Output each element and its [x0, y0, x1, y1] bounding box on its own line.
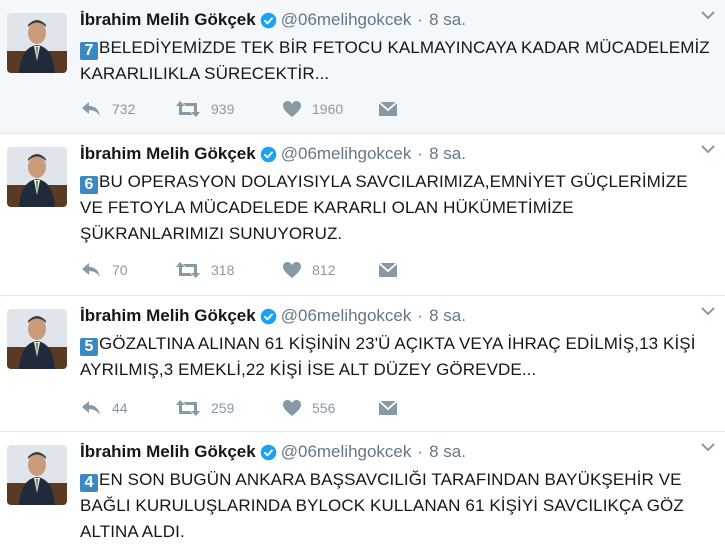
tweet-timestamp[interactable]: 8 sa. — [429, 10, 466, 30]
separator-dot: · — [417, 144, 424, 163]
tweet-timestamp[interactable]: 8 sa. — [429, 144, 466, 164]
caret-down-icon[interactable] — [701, 442, 715, 452]
avatar-photo — [7, 445, 67, 505]
message-icon — [378, 101, 398, 116]
reply-count: 70 — [112, 262, 128, 278]
message-icon — [378, 262, 398, 277]
avatar[interactable] — [7, 445, 67, 505]
tweet-body: BELEDİYEMİZDE TEK BİR FETOCU KALMAYINCAY… — [80, 38, 710, 83]
number-badge: 6 — [80, 176, 98, 194]
reply-button[interactable]: 70 — [80, 261, 175, 279]
like-count: 1960 — [312, 101, 344, 117]
number-badge: 5 — [80, 338, 98, 356]
author-handle[interactable]: @06melihgokcek — [281, 10, 412, 30]
avatar-photo — [7, 309, 67, 369]
timeline: İbrahim Melih Gökçek @06melihgokcek · 8 … — [0, 0, 725, 555]
verified-badge-icon — [260, 12, 277, 28]
heart-icon — [283, 400, 301, 416]
caret-down-icon[interactable] — [701, 306, 715, 316]
like-button[interactable]: 1960 — [282, 100, 378, 118]
direct-message-button[interactable] — [378, 100, 398, 118]
verified-badge-icon — [260, 444, 277, 460]
retweet-button[interactable]: 318 — [175, 261, 282, 279]
author-name[interactable]: İbrahim Melih Gökçek — [80, 10, 256, 30]
separator-dot: · — [417, 442, 424, 461]
like-count: 812 — [312, 262, 336, 278]
direct-message-button[interactable] — [378, 399, 398, 417]
like-button[interactable]: 812 — [282, 261, 378, 279]
author-handle[interactable]: @06melihgokcek — [281, 144, 412, 164]
tweet[interactable]: İbrahim Melih Gökçek @06melihgokcek · 8 … — [0, 296, 725, 432]
reply-icon — [82, 263, 100, 277]
retweet-icon — [176, 262, 200, 278]
number-badge: 4 — [80, 474, 98, 492]
tweet-actions: 70 318 812 — [80, 260, 398, 280]
reply-button[interactable]: 44 — [80, 399, 175, 417]
heart-icon — [283, 262, 301, 278]
author-handle[interactable]: @06melihgokcek — [281, 442, 412, 462]
avatar-photo — [7, 147, 67, 207]
message-icon — [378, 400, 398, 415]
retweet-icon — [176, 101, 200, 117]
avatar[interactable] — [7, 147, 67, 207]
tweet[interactable]: İbrahim Melih Gökçek @06melihgokcek · 8 … — [0, 134, 725, 296]
retweet-count: 939 — [211, 101, 235, 117]
tweet-timestamp[interactable]: 8 sa. — [429, 306, 466, 326]
separator-dot: · — [417, 10, 424, 29]
like-count: 556 — [312, 400, 336, 416]
verified-badge-icon — [260, 146, 277, 162]
tweet-text: 6 BU OPERASYON DOLAYISIYLA SAVCILARIMIZA,… — [80, 169, 715, 247]
like-button[interactable]: 556 — [282, 399, 378, 417]
tweet-actions: 732 939 1960 — [80, 99, 398, 119]
avatar-photo — [7, 13, 67, 73]
avatar[interactable] — [7, 13, 67, 73]
tweet-text: 4 EN SON BUGÜN ANKARA BAŞSAVCILIĞI TARAFI… — [80, 467, 715, 545]
tweet[interactable]: İbrahim Melih Gökçek @06melihgokcek · 8 … — [0, 432, 725, 555]
author-name[interactable]: İbrahim Melih Gökçek — [80, 144, 256, 164]
reply-count: 732 — [112, 101, 136, 117]
reply-icon — [82, 401, 100, 415]
reply-icon — [82, 102, 100, 116]
tweet-timestamp[interactable]: 8 sa. — [429, 442, 466, 462]
caret-down-icon[interactable] — [701, 144, 715, 154]
tweet-actions: 44 259 556 — [80, 398, 398, 418]
retweet-button[interactable]: 259 — [175, 399, 282, 417]
separator-dot: · — [417, 306, 424, 325]
author-name[interactable]: İbrahim Melih Gökçek — [80, 306, 256, 326]
tweet[interactable]: İbrahim Melih Gökçek @06melihgokcek · 8 … — [0, 0, 725, 134]
retweet-count: 318 — [211, 262, 235, 278]
tweet-body: GÖZALTINA ALINAN 61 KİŞİNİN 23'Ü AÇIKTA … — [80, 334, 696, 379]
avatar[interactable] — [7, 309, 67, 369]
reply-count: 44 — [112, 400, 128, 416]
author-name[interactable]: İbrahim Melih Gökçek — [80, 442, 256, 462]
direct-message-button[interactable] — [378, 261, 398, 279]
tweet-text: 7 BELEDİYEMİZDE TEK BİR FETOCU KALMAYINCA… — [80, 35, 715, 87]
verified-badge-icon — [260, 308, 277, 324]
retweet-icon — [176, 400, 200, 416]
retweet-button[interactable]: 939 — [175, 100, 282, 118]
tweet-body: BU OPERASYON DOLAYISIYLA SAVCILARIMIZA,E… — [80, 172, 688, 243]
author-handle[interactable]: @06melihgokcek — [281, 306, 412, 326]
caret-down-icon[interactable] — [701, 10, 715, 20]
tweet-text: 5 GÖZALTINA ALINAN 61 KİŞİNİN 23'Ü AÇIKTA… — [80, 331, 715, 383]
tweet-body: EN SON BUGÜN ANKARA BAŞSAVCILIĞI TARAFIN… — [80, 470, 684, 541]
reply-button[interactable]: 732 — [80, 100, 175, 118]
heart-icon — [283, 101, 301, 117]
retweet-count: 259 — [211, 400, 235, 416]
number-badge: 7 — [80, 42, 98, 60]
